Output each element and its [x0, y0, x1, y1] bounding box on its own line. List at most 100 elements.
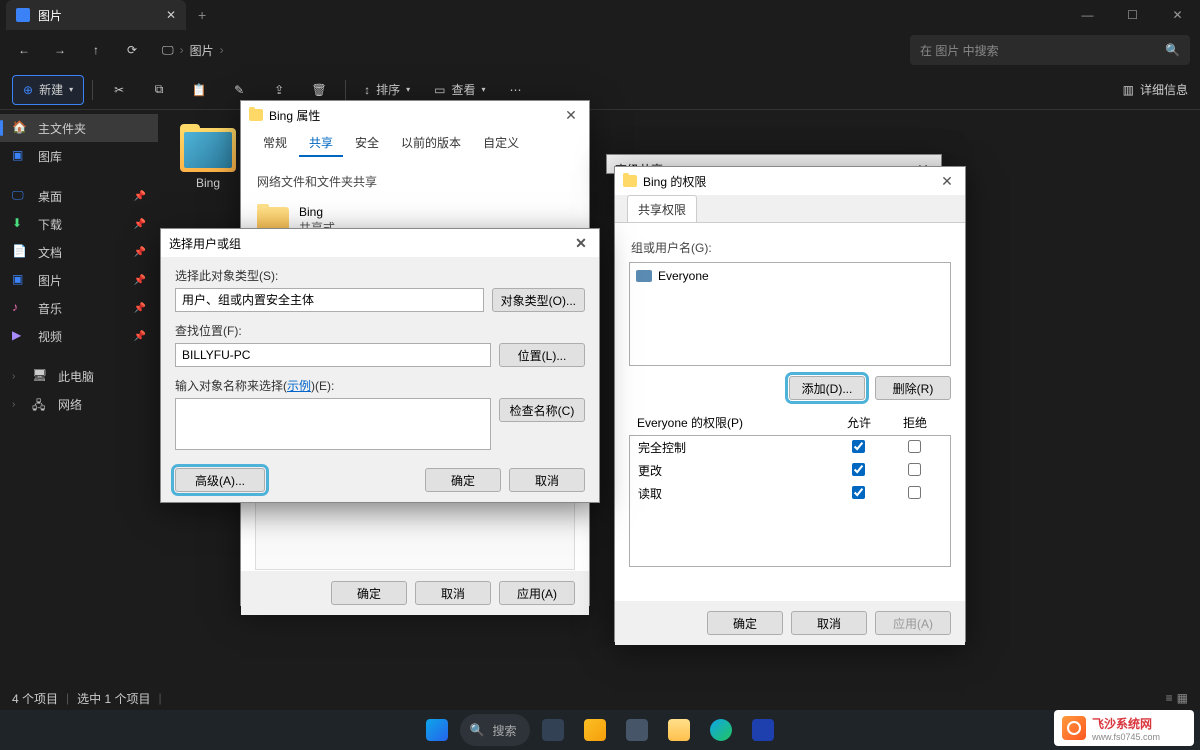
sidebar-item-videos[interactable]: ▶ 视频 📌	[0, 322, 158, 350]
breadcrumb-item[interactable]: 图片	[190, 42, 214, 59]
advanced-button[interactable]: 高级(A)...	[175, 468, 265, 492]
deny-checkbox[interactable]	[908, 486, 921, 499]
breadcrumb[interactable]: 🖵 › 图片 ›	[154, 42, 902, 59]
remove-button[interactable]: 删除(R)	[875, 376, 951, 400]
sidebar-label: 图库	[38, 148, 62, 165]
allow-checkbox[interactable]	[852, 440, 865, 453]
close-button[interactable]: ✕	[937, 173, 957, 190]
copy-button[interactable]: ⧉	[141, 75, 177, 105]
store-button[interactable]	[744, 713, 782, 747]
tab-previous-versions[interactable]: 以前的版本	[391, 129, 471, 157]
ok-button[interactable]: 确定	[425, 468, 501, 492]
allow-checkbox[interactable]	[852, 486, 865, 499]
new-tab-button[interactable]: +	[186, 7, 218, 23]
minimize-button[interactable]: —	[1065, 0, 1110, 30]
app-button[interactable]	[618, 713, 656, 747]
share-icon: ⇪	[271, 82, 287, 98]
search-input[interactable]: 在 图片 中搜索 🔍	[910, 35, 1190, 65]
tab-customize[interactable]: 自定义	[473, 129, 529, 157]
dialog-buttons: 确定 取消 应用(A)	[615, 601, 965, 645]
sidebar-item-network[interactable]: › 🖧 网络	[0, 390, 158, 418]
tab-general[interactable]: 常规	[253, 129, 297, 157]
gallery-icon: ▣	[12, 148, 28, 164]
rename-icon: ✎	[231, 82, 247, 98]
taskbar-search[interactable]: 🔍 搜索	[460, 714, 531, 746]
task-view-button[interactable]	[534, 713, 572, 747]
sidebar-item-gallery[interactable]: ▣ 图库	[0, 142, 158, 170]
sidebar-item-music[interactable]: ♪ 音乐 📌	[0, 294, 158, 322]
object-names-input[interactable]	[175, 398, 491, 450]
example-link[interactable]: 示例	[287, 379, 311, 393]
groups-listbox[interactable]: Everyone	[629, 262, 951, 366]
dialog-title: Bing 的权限	[643, 173, 706, 190]
sidebar-item-this-pc[interactable]: › 🖥 此电脑	[0, 362, 158, 390]
close-button[interactable]: ✕	[571, 235, 591, 252]
desktop-icon: 🖵	[12, 188, 28, 204]
cancel-button[interactable]: 取消	[509, 468, 585, 492]
folder-icon	[180, 128, 236, 172]
deny-checkbox[interactable]	[908, 463, 921, 476]
list-view-icon[interactable]: ≡	[1166, 691, 1173, 705]
new-button[interactable]: ⊕ 新建 ▾	[12, 75, 84, 105]
add-button[interactable]: 添加(D)...	[789, 376, 865, 400]
apply-button[interactable]: 应用(A)	[875, 611, 951, 635]
sidebar-item-pictures[interactable]: ▣ 图片 📌	[0, 266, 158, 294]
windows-icon	[426, 719, 448, 741]
watermark-brand: 飞沙系统网	[1092, 715, 1160, 732]
cancel-button[interactable]: 取消	[415, 581, 491, 605]
sort-icon: ↕	[364, 83, 370, 97]
widgets-button[interactable]	[576, 713, 614, 747]
list-item[interactable]: Everyone	[634, 267, 946, 285]
chevron-right-icon: ›	[12, 399, 22, 410]
watermark-url: www.fs0745.com	[1092, 732, 1160, 742]
cut-button[interactable]: ✂	[101, 75, 137, 105]
network-share-label: 网络文件和文件夹共享	[257, 173, 573, 190]
maximize-button[interactable]: ☐	[1110, 0, 1155, 30]
sidebar-item-home[interactable]: 🏠 主文件夹	[0, 114, 158, 142]
forward-button[interactable]: →	[46, 36, 74, 64]
check-names-button[interactable]: 检查名称(C)	[499, 398, 585, 422]
explorer-button[interactable]	[660, 713, 698, 747]
pictures-icon: ▣	[12, 272, 28, 288]
start-button[interactable]	[418, 713, 456, 747]
up-button[interactable]: ↑	[82, 36, 110, 64]
location-label: 查找位置(F):	[175, 322, 585, 339]
ok-button[interactable]: 确定	[707, 611, 783, 635]
folder-icon	[249, 109, 263, 121]
dialog-titlebar[interactable]: Bing 属性 ✕	[241, 101, 589, 129]
allow-checkbox[interactable]	[852, 463, 865, 476]
select-user-dialog: 选择用户或组 ✕ 选择此对象类型(S): 用户、组或内置安全主体 对象类型(O)…	[160, 228, 600, 503]
cancel-button[interactable]: 取消	[791, 611, 867, 635]
apply-button[interactable]: 应用(A)	[499, 581, 575, 605]
close-tab-icon[interactable]: ✕	[166, 8, 176, 22]
cut-icon: ✂	[111, 82, 127, 98]
window-tab[interactable]: 图片 ✕	[6, 0, 186, 30]
edge-button[interactable]	[702, 713, 740, 747]
dialog-titlebar[interactable]: Bing 的权限 ✕	[615, 167, 965, 195]
close-button[interactable]: ✕	[1155, 0, 1200, 30]
search-label: 搜索	[492, 722, 516, 739]
tab-title: 图片	[38, 7, 62, 24]
sidebar-item-documents[interactable]: 📄 文档 📌	[0, 238, 158, 266]
deny-checkbox[interactable]	[908, 440, 921, 453]
dialog-titlebar[interactable]: 选择用户或组 ✕	[161, 229, 599, 257]
paste-button[interactable]: 📋	[181, 75, 217, 105]
sidebar-item-desktop[interactable]: 🖵 桌面 📌	[0, 182, 158, 210]
details-button[interactable]: ▥ 详细信息	[1123, 81, 1188, 98]
close-button[interactable]: ✕	[561, 107, 581, 124]
locations-button[interactable]: 位置(L)...	[499, 343, 585, 367]
watermark-logo: 飞沙系统网 www.fs0745.com	[1054, 710, 1194, 746]
sidebar-label: 桌面	[38, 188, 62, 205]
folder-item-bing[interactable]: Bing	[168, 120, 248, 198]
search-icon: 🔍	[470, 723, 485, 737]
tab-security[interactable]: 安全	[345, 129, 389, 157]
object-types-button[interactable]: 对象类型(O)...	[492, 288, 585, 312]
sidebar-item-downloads[interactable]: ⬇ 下载 📌	[0, 210, 158, 238]
tab-sharing[interactable]: 共享	[299, 129, 343, 157]
ok-button[interactable]: 确定	[331, 581, 407, 605]
tab-share-permissions[interactable]: 共享权限	[627, 195, 697, 222]
back-button[interactable]: ←	[10, 36, 38, 64]
grid-view-icon[interactable]: ▦	[1177, 691, 1188, 705]
refresh-button[interactable]: ⟳	[118, 36, 146, 64]
pin-icon: 📌	[134, 219, 146, 230]
